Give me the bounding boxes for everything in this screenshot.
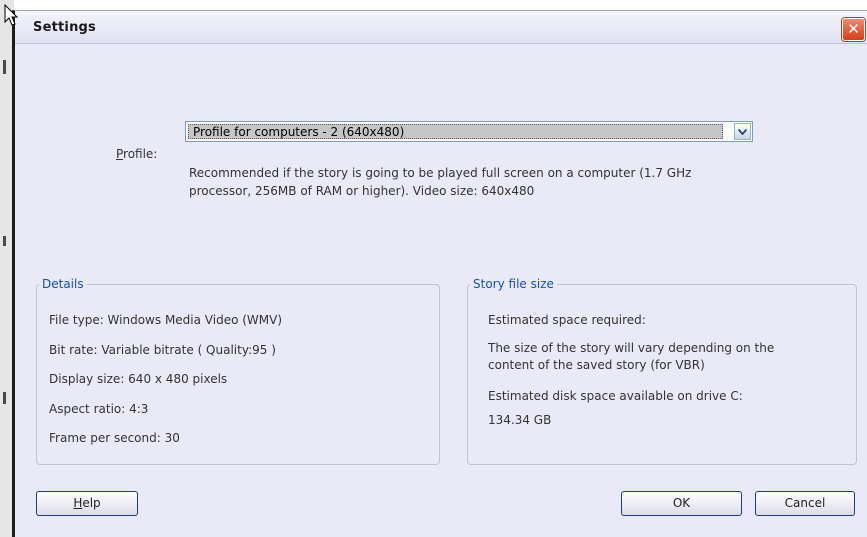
profile-description: Recommended if the story is going to be …: [189, 164, 769, 200]
close-button[interactable]: ✕: [842, 18, 865, 41]
disk-space-value: 134.34 GB: [488, 413, 552, 427]
dropdown-arrow-button[interactable]: [734, 123, 751, 140]
cursor-icon: [4, 4, 19, 26]
profile-description-line: Recommended if the story is going to be …: [189, 166, 692, 180]
help-accesskey: H: [73, 496, 83, 510]
details-group: Details File type: Windows Media Video (…: [36, 277, 440, 465]
profile-description-line: processor, 256MB of RAM or higher). Vide…: [189, 184, 535, 198]
title-bar[interactable]: Settings ✕: [15, 11, 867, 44]
window-title: Settings: [33, 20, 96, 35]
story-file-size-group: Story file size Estimated space required…: [467, 277, 857, 465]
vbr-note-line: The size of the story will vary dependin…: [488, 341, 775, 355]
disk-space-label: Estimated disk space available on drive …: [488, 389, 743, 403]
profile-label: Profile:: [116, 147, 157, 161]
profile-label-accesskey: P: [116, 147, 124, 161]
estimated-space-label: Estimated space required:: [488, 313, 646, 327]
story-file-size-legend: Story file size: [473, 277, 554, 291]
cancel-button[interactable]: Cancel: [755, 491, 855, 516]
vbr-note-line: content of the saved story (for VBR): [488, 358, 705, 372]
help-button[interactable]: Help: [36, 491, 138, 516]
background-mark: [3, 392, 6, 404]
help-label: elp: [82, 496, 101, 510]
chevron-down-icon: [737, 128, 748, 136]
detail-display-size: Display size: 640 x 480 pixels: [49, 372, 228, 386]
close-icon: ✕: [847, 20, 860, 38]
ok-button[interactable]: OK: [621, 491, 742, 516]
detail-file-type: File type: Windows Media Video (WMV): [49, 313, 283, 327]
background-mark: [3, 236, 6, 246]
background-mark: [3, 60, 6, 74]
details-legend: Details: [42, 277, 84, 291]
profile-selected-value[interactable]: Profile for computers - 2 (640x480): [188, 124, 723, 139]
profile-label-text: rofile:: [123, 147, 158, 161]
detail-aspect-ratio: Aspect ratio: 4:3: [49, 402, 149, 416]
profile-dropdown[interactable]: Profile for computers - 2 (640x480): [185, 121, 753, 142]
detail-frame-rate: Frame per second: 30: [49, 431, 180, 445]
detail-bit-rate: Bit rate: Variable bitrate ( Quality:95 …: [49, 343, 276, 357]
